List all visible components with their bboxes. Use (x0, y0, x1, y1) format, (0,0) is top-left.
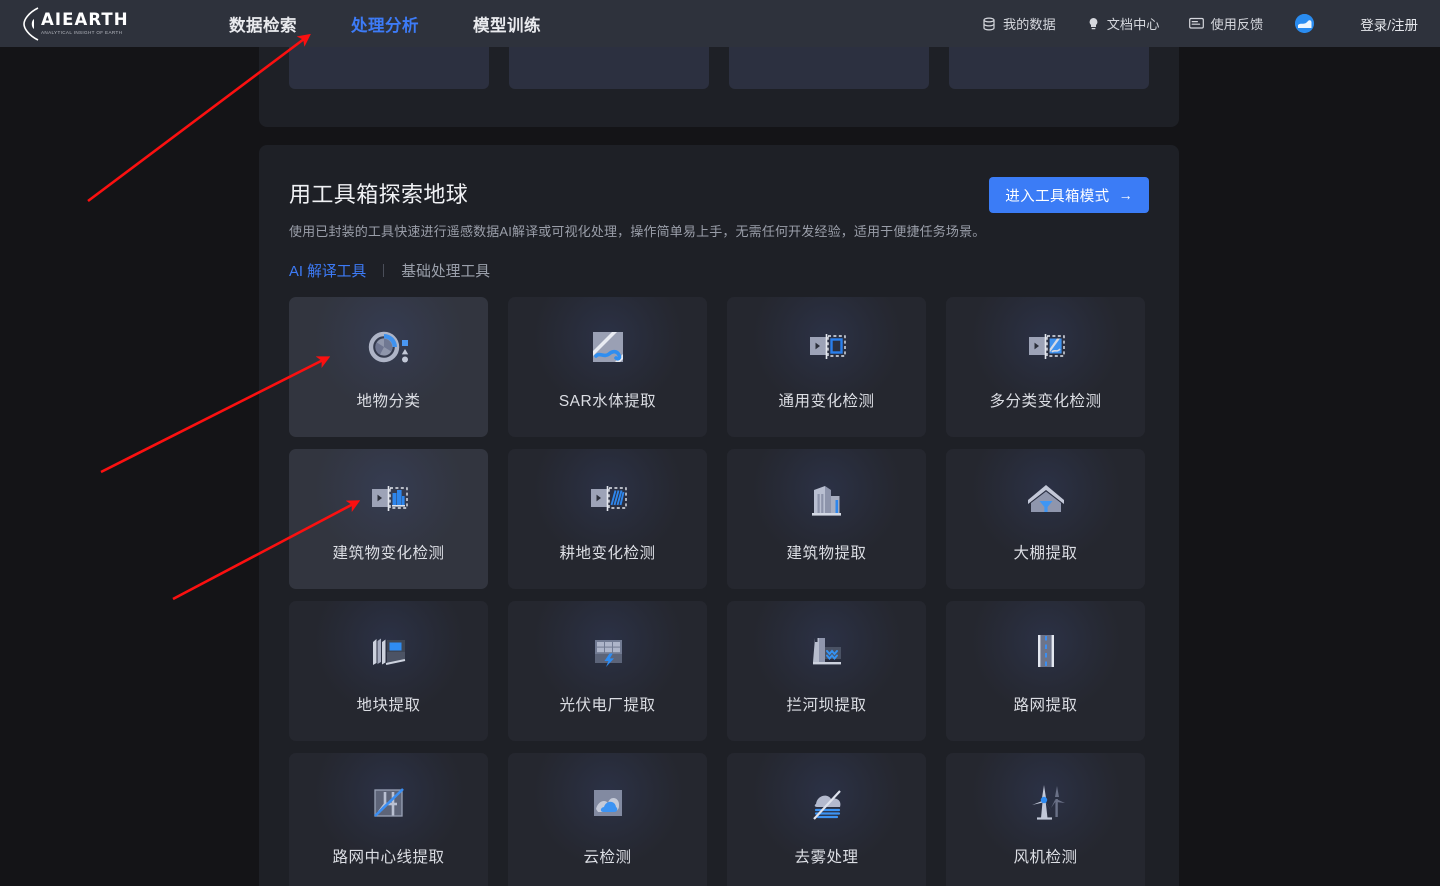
tool-card-solar-plant-extraction[interactable]: 光伏电厂提取 (508, 601, 707, 741)
tool-label: 风机检测 (1013, 849, 1078, 866)
tool-card-dam-extraction[interactable]: 拦河坝提取 (727, 601, 926, 741)
greenhouse-extraction-icon (1022, 475, 1070, 523)
lightbulb-icon (1086, 16, 1101, 31)
nav-item-data-search[interactable]: 数据检索 (202, 12, 324, 36)
enter-toolbox-mode-label: 进入工具箱模式 (1005, 188, 1110, 205)
wind-turbine-detection-icon (1022, 779, 1070, 827)
quick-card-tutorial-video[interactable]: 教学视频 (729, 47, 929, 89)
tool-label: 路网中心线提取 (332, 849, 445, 866)
feedback-icon (1189, 16, 1205, 31)
building-extraction-icon (803, 475, 851, 523)
toolbox-tabs: AI 解译工具 基础处理工具 (289, 259, 490, 281)
page-content: 打开Notebook API文档 教学视频 案例演示 用工具箱探索地球 进入工具… (0, 47, 1440, 886)
quick-card-notebook[interactable]: 打开Notebook (289, 47, 489, 89)
tab-ai-interpretation-tools[interactable]: AI 解译工具 (289, 260, 366, 281)
tool-card-cloud-detection[interactable]: 云检测 (508, 753, 707, 886)
tab-divider (383, 263, 385, 277)
toolbox-header: 用工具箱探索地球 进入工具箱模式 → (289, 177, 1149, 217)
tool-card-sar-water-extraction[interactable]: SAR水体提取 (508, 297, 707, 437)
header-feedback[interactable]: 使用反馈 (1189, 14, 1263, 33)
dehaze-icon (803, 779, 851, 827)
dam-extraction-icon (803, 627, 851, 675)
tool-card-dehaze[interactable]: 去雾处理 (727, 753, 926, 886)
tool-card-multiclass-change-detection[interactable]: 多分类变化检测 (946, 297, 1145, 437)
globe-icon[interactable] (1295, 14, 1315, 33)
tool-label: 地物分类 (356, 393, 421, 410)
tool-label: 多分类变化检测 (989, 393, 1102, 410)
tool-card-parcel-extraction[interactable]: 地块提取 (289, 601, 488, 741)
tool-label: 耕地变化检测 (559, 545, 656, 562)
logo-name: AIEARTH (41, 10, 129, 29)
header-my-data[interactable]: 我的数据 (982, 14, 1056, 33)
tool-card-road-network-extraction[interactable]: 路网提取 (946, 601, 1145, 741)
enter-toolbox-mode-button[interactable]: 进入工具箱模式 → (989, 177, 1149, 213)
toolbox-description: 使用已封装的工具快速进行遥感数据AI解译或可视化处理，操作简单易上手，无需任何开… (289, 224, 986, 239)
land-classification-icon (365, 323, 413, 371)
sar-water-extraction-icon (584, 323, 632, 371)
road-network-extraction-icon (1022, 627, 1070, 675)
tool-grid: 地物分类 SAR水体提取 通用变化检测 多分类变化检测 建筑物变化检测 耕地变化… (289, 297, 1149, 886)
farmland-change-detection-icon (584, 475, 632, 523)
tool-card-road-centerline-extraction[interactable]: 路网中心线提取 (289, 753, 488, 886)
tab-basic-processing-tools[interactable]: 基础处理工具 (401, 260, 490, 281)
tool-label: 建筑物变化检测 (332, 545, 445, 562)
toolbox-panel: 用工具箱探索地球 进入工具箱模式 → 使用已封装的工具快速进行遥感数据AI解译或… (259, 145, 1179, 886)
login-register-link[interactable]: 登录/注册 (1360, 14, 1418, 34)
tool-label: SAR水体提取 (558, 393, 657, 410)
tool-card-greenhouse-extraction[interactable]: 大棚提取 (946, 449, 1145, 589)
solar-plant-extraction-icon (584, 627, 632, 675)
tool-card-farmland-change-detection[interactable]: 耕地变化检测 (508, 449, 707, 589)
nav-item-model-training[interactable]: 模型训练 (446, 12, 568, 36)
general-change-detection-icon (803, 323, 851, 371)
brand-logo[interactable]: AIEARTH ANALYTICAL INSIGHT OF EARTH (22, 6, 134, 41)
tool-label: 地块提取 (356, 697, 421, 714)
building-change-detection-icon (365, 475, 413, 523)
tool-label: 建筑物提取 (786, 545, 867, 562)
header-feedback-label: 使用反馈 (1210, 17, 1264, 32)
tool-card-wind-turbine-detection[interactable]: 风机检测 (946, 753, 1145, 886)
tool-label: 拦河坝提取 (786, 697, 867, 714)
tool-label: 去雾处理 (794, 849, 859, 866)
tool-label: 通用变化检测 (778, 393, 875, 410)
header-doc-center[interactable]: 文档中心 (1086, 14, 1160, 33)
app-header: AIEARTH ANALYTICAL INSIGHT OF EARTH 数据检索… (0, 0, 1440, 47)
nav-item-processing-analysis[interactable]: 处理分析 (324, 12, 446, 36)
tool-card-building-change-detection[interactable]: 建筑物变化检测 (289, 449, 488, 589)
parcel-extraction-icon (365, 627, 413, 675)
cloud-detection-icon (584, 779, 632, 827)
road-centerline-extraction-icon (365, 779, 413, 827)
arrow-right-icon: → (1118, 187, 1133, 203)
logo-tagline: ANALYTICAL INSIGHT OF EARTH (41, 29, 123, 35)
tool-label: 云检测 (583, 849, 632, 866)
tool-card-land-classification[interactable]: 地物分类 (289, 297, 488, 437)
quick-card-api-doc[interactable]: API文档 (509, 47, 709, 89)
header-my-data-label: 我的数据 (1002, 17, 1056, 32)
tool-card-building-extraction[interactable]: 建筑物提取 (727, 449, 926, 589)
tool-label: 路网提取 (1013, 697, 1078, 714)
multiclass-change-detection-icon (1022, 323, 1070, 371)
quick-access-panel: 打开Notebook API文档 教学视频 案例演示 (259, 47, 1179, 127)
header-right-actions: 我的数据 文档中心 使用反馈 登录/注册 (952, 14, 1418, 34)
quick-access-row: 打开Notebook API文档 教学视频 案例演示 (289, 47, 1149, 89)
tool-card-general-change-detection[interactable]: 通用变化检测 (727, 297, 926, 437)
main-navigation: 数据检索 处理分析 模型训练 (202, 12, 568, 36)
tool-label: 大棚提取 (1013, 545, 1078, 562)
database-icon (982, 16, 997, 31)
quick-card-case-demo[interactable]: 案例演示 (949, 47, 1149, 89)
header-doc-center-label: 文档中心 (1106, 17, 1160, 32)
tool-label: 光伏电厂提取 (559, 697, 656, 714)
logo-arc-icon (23, 6, 39, 41)
